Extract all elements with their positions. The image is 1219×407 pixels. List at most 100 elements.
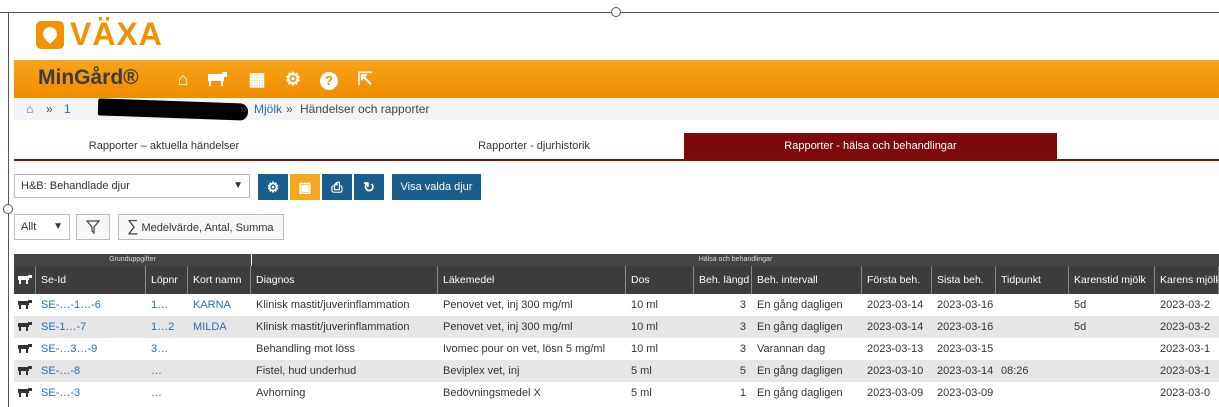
filter-select[interactable]: Allt ▼ [14, 214, 70, 240]
cell-lakemedel: Bedövningsmedel X [443, 387, 541, 399]
cell-forsta-beh: 2023-03-10 [867, 365, 924, 377]
cell-seid[interactable]: SE-…-1…-6 [36, 294, 146, 316]
cell-kortnamn[interactable] [188, 338, 251, 360]
cell-seid[interactable]: SE-…-8 [36, 360, 146, 382]
row-cow-icon[interactable] [14, 338, 36, 360]
logo-text: VÄXA [70, 16, 163, 52]
cell-lopnr[interactable]: 1… [146, 294, 188, 316]
resize-handle-left[interactable] [3, 204, 13, 214]
cell-seid[interactable]: SE-1…-7 [36, 316, 146, 338]
external-link-icon[interactable]: ⇱ [354, 68, 376, 90]
cell-kortnamn[interactable]: KARNA [188, 294, 251, 316]
cell-beh-intervall: En gång dagligen [757, 387, 843, 399]
help-icon[interactable]: ? [318, 68, 340, 90]
table-row[interactable]: SE-…-1…-6 1… KARNA Klinisk mastit/juverinfl… [14, 294, 1219, 316]
column-header-dos[interactable]: Dos [626, 266, 694, 294]
cell-karens-mjolk: 2023-03-1 [1160, 365, 1211, 377]
chevron-down-icon: ▼ [53, 221, 63, 232]
column-header-beh-langd[interactable]: Beh. längd [694, 266, 752, 294]
row-cow-icon[interactable] [14, 316, 36, 338]
cell-dos: 5 ml [631, 387, 652, 399]
cell-dos: 10 ml [631, 321, 658, 333]
cell-karenstid-mjolk [1069, 382, 1155, 404]
row-cow-icon[interactable] [14, 360, 36, 382]
column-header-tidpunkt[interactable]: Tidpunkt [996, 266, 1069, 294]
column-header-sista-beh[interactable]: Sista beh. [932, 266, 996, 294]
column-header-diagnos[interactable]: Diagnos [251, 266, 438, 294]
breadcrumb: ⌂ » 1 » Mjölk » Händelser och rapporter [14, 98, 1219, 121]
calendar-icon[interactable]: ▦ [246, 68, 268, 90]
cell-kortnamn[interactable] [188, 382, 251, 404]
cow-icon [18, 275, 32, 284]
cell-beh-langd: 5 [739, 365, 746, 377]
table-row[interactable]: SE-1…-7 1…2 MILDA Klinisk mastit/juverinfla… [14, 316, 1219, 338]
chevron-down-icon: ▼ [233, 180, 243, 191]
group-header-grunduppgifter: Grunduppgifter [14, 254, 251, 266]
table-row[interactable]: SE-…-8… Fistel, hud underhud Beviplex vet,… [14, 360, 1219, 382]
cell-sista-beh: 2023-03-16 [937, 299, 994, 311]
breadcrumb-sep: » [46, 102, 53, 116]
row-cow-icon[interactable] [14, 382, 36, 404]
cell-seid[interactable]: SE-…3…-9 [36, 338, 146, 360]
cell-forsta-beh: 2023-03-14 [867, 321, 924, 333]
cell-karens-mjolk: 2023-03-0 [1160, 387, 1211, 399]
sigma-icon: ∑ [127, 218, 139, 235]
cell-karenstid-mjolk: 5d [1074, 321, 1087, 333]
tab-aktuella-handelser[interactable]: Rapporter – aktuella händelser [14, 133, 314, 159]
row-cow-icon[interactable] [14, 294, 36, 316]
cell-lakemedel: Penovet vet, inj 300 mg/ml [443, 321, 573, 333]
cell-kortnamn[interactable]: MILDA [188, 316, 251, 338]
select-column-header[interactable] [14, 266, 36, 294]
cell-lopnr[interactable]: 1…2 [146, 316, 188, 338]
cell-diagnos: Fistel, hud underhud [256, 365, 357, 377]
cell-beh-langd: 3 [739, 343, 746, 355]
cell-dos: 10 ml [631, 343, 658, 355]
resize-handle-top[interactable] [611, 7, 621, 17]
logo-header: VÄXA [14, 16, 1219, 58]
cell-tidpunkt: 08:26 [1001, 365, 1029, 377]
tab-halsa-behandlingar[interactable]: Rapporter - hälsa och behandlingar [684, 133, 1057, 159]
table-row[interactable]: SE-…3…-9 3… Behandling mot löss Ivomec pour… [14, 338, 1219, 360]
filter-button[interactable] [76, 214, 110, 240]
cell-diagnos: Behandling mot löss [256, 343, 356, 355]
cell-sista-beh: 2023-03-09 [937, 387, 994, 399]
cell-karenstid-mjolk [1069, 360, 1155, 382]
save-button[interactable]: ▣ [290, 174, 320, 200]
brand-title[interactable]: MinGård® [38, 66, 139, 90]
cell-seid[interactable]: SE-…-3 [36, 382, 146, 404]
cell-lopnr[interactable]: … [146, 382, 188, 404]
home-icon[interactable]: ⌂ [172, 68, 194, 90]
column-header-lopnr[interactable]: Löpnr [146, 266, 188, 294]
tab-djurhistorik[interactable]: Rapporter - djurhistorik [384, 133, 684, 159]
gear-icon[interactable]: ⚙ [282, 68, 304, 90]
column-header-lakemedel[interactable]: Läkemedel [438, 266, 626, 294]
breadcrumb-home-icon[interactable]: ⌂ [26, 102, 33, 116]
cell-forsta-beh: 2023-03-13 [867, 343, 924, 355]
print-button[interactable]: ⎙ [322, 174, 352, 200]
cell-tidpunkt [996, 316, 1069, 338]
breadcrumb-item-mjolk[interactable]: Mjölk [254, 102, 282, 116]
breadcrumb-sep: » [286, 102, 293, 116]
column-header-forsta-beh[interactable]: Första beh. [862, 266, 932, 294]
column-header-kortnamn[interactable]: Kort namn [188, 266, 251, 294]
cell-kortnamn[interactable] [188, 360, 251, 382]
filter-icon [85, 220, 101, 235]
cell-beh-intervall: En gång dagligen [757, 299, 843, 311]
cell-lopnr[interactable]: 3… [146, 338, 188, 360]
cell-beh-langd: 3 [739, 321, 746, 333]
cell-beh-intervall: En gång dagligen [757, 365, 843, 377]
report-select[interactable]: H&B: Behandlade djur ▼ [14, 174, 250, 198]
column-header-seid[interactable]: Se-Id [36, 266, 146, 294]
cell-lopnr[interactable]: … [146, 360, 188, 382]
column-header-karens-mjolk[interactable]: Karens mjölk [1155, 266, 1219, 294]
show-selected-animals-button[interactable]: Visa valda djur [392, 174, 481, 200]
settings-button[interactable]: ⚙ [258, 174, 288, 200]
cow-icon[interactable] [206, 68, 228, 90]
table-row[interactable]: SE-…-3… Avhorning Bedövningsmedel X 5 ml 1 En… [14, 382, 1219, 404]
cell-lakemedel: Penovet vet, inj 300 mg/ml [443, 299, 573, 311]
refresh-button[interactable]: ↻ [354, 174, 384, 200]
aggregate-button[interactable]: ∑ Medelvärde, Antal, Summa [118, 214, 284, 240]
column-header-beh-intervall[interactable]: Beh. intervall [752, 266, 862, 294]
column-header-karenstid-mjolk[interactable]: Karenstid mjölk [1069, 266, 1155, 294]
breadcrumb-item-farm[interactable]: 1 [64, 102, 71, 116]
